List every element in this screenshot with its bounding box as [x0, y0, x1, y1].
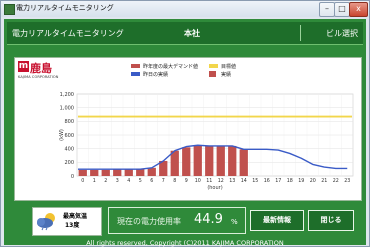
weather-box: 最高気温 13度: [32, 207, 102, 236]
temperature-label: 最高気温: [63, 213, 88, 220]
site-name: 本社: [184, 29, 200, 38]
x-tick-label: 22: [333, 178, 339, 184]
maximize-button[interactable]: □: [334, 2, 350, 17]
refresh-button[interactable]: 最新情報: [250, 210, 304, 231]
x-tick-label: 7: [162, 178, 165, 184]
y-tick-label: 400: [64, 146, 74, 152]
usage-rate-box: 現在の電力使用率 44.9 %: [108, 207, 246, 234]
x-tick-label: 9: [185, 178, 188, 184]
bar-hour-11: [205, 145, 214, 176]
x-tick-label: 0: [81, 178, 84, 184]
close-button[interactable]: 閉じる: [308, 210, 354, 231]
header-title: 電力リアルタイムモニタリング: [12, 29, 124, 38]
x-tick-label: 1: [93, 178, 96, 184]
x-tick-label: 10: [195, 178, 201, 184]
copyright-footer: All rights reserved, Copyright (C)2011 K…: [86, 239, 284, 247]
y-tick-label: 800: [64, 119, 74, 125]
bar-hour-14: [239, 149, 248, 176]
power-chart: 02004006008001,0001,200(kW)0 1 2 3 4 5 6 7 8 9 10 1…: [59, 92, 354, 191]
title-bar: 電力リアルタイムモニタリング – □ x: [1, 1, 369, 17]
x-tick-label: 11: [206, 178, 212, 184]
y-tick-label: 0: [71, 174, 74, 180]
x-tick-label: 20: [310, 178, 316, 184]
x-tick-label: 14: [241, 178, 247, 184]
x-tick-label: 4: [127, 178, 130, 184]
x-tick-label: 23: [344, 178, 350, 184]
usage-rate-value: 44.9: [194, 212, 223, 227]
usage-rate-label: 現在の電力使用率: [117, 217, 181, 226]
y-tick-label: 200: [64, 160, 74, 166]
bar-hour-0: [78, 169, 87, 176]
x-tick-label: 8: [173, 178, 176, 184]
x-tick-label: 16: [264, 178, 270, 184]
temperature-value: 13度: [65, 222, 80, 229]
x-tick-label: 12: [218, 178, 224, 184]
x-tick-label: 15: [252, 178, 258, 184]
bar-hour-8: [170, 150, 179, 176]
bar-hour-1: [90, 169, 99, 176]
bar-hour-3: [113, 169, 122, 176]
x-axis-label: (hour): [207, 185, 222, 191]
chart-panel: m 鹿島 KAJIMA CORPORATION 昨年度の最大デマンド値 目標値 …: [14, 57, 362, 201]
x-tick-label: 13: [229, 178, 235, 184]
bar-hour-12: [216, 145, 225, 176]
x-tick-label: 19: [298, 178, 304, 184]
app-window: 電力リアルタイムモニタリング – □ x 電力リアルタイムモニタリング 本社 ビ…: [0, 0, 370, 247]
partly-cloudy-icon: [37, 213, 55, 231]
y-tick-label: 1,200: [60, 92, 74, 98]
x-tick-label: 21: [321, 178, 327, 184]
x-tick-label: 17: [275, 178, 281, 184]
building-select-button[interactable]: ビル選択: [326, 28, 358, 39]
x-tick-label: 18: [287, 178, 293, 184]
x-tick-label: 2: [104, 178, 107, 184]
header-divider: [300, 25, 301, 41]
close-window-button[interactable]: x: [349, 2, 368, 17]
header-bar: 電力リアルタイムモニタリング 本社 ビル選択: [7, 22, 363, 45]
bar-hour-9: [182, 147, 191, 176]
bar-hour-6: [147, 167, 156, 176]
bar-hour-13: [228, 145, 237, 176]
y-tick-label: 600: [64, 133, 74, 139]
bar-hour-10: [193, 145, 202, 176]
y-tick-label: 1,000: [60, 105, 74, 111]
bar-hour-2: [101, 169, 110, 176]
bar-hour-4: [124, 169, 133, 176]
x-tick-label: 6: [150, 178, 153, 184]
app-icon: [4, 4, 15, 15]
y-axis-label: (kW): [59, 129, 65, 141]
usage-rate-unit: %: [231, 218, 238, 226]
window-title: 電力リアルタイムモニタリング: [16, 4, 114, 12]
minimize-button[interactable]: –: [319, 2, 335, 17]
main-content: 電力リアルタイムモニタリング 本社 ビル選択 m 鹿島 KAJIMA CORPO…: [4, 19, 366, 247]
x-tick-label: 3: [116, 178, 119, 184]
x-tick-label: 5: [139, 178, 142, 184]
